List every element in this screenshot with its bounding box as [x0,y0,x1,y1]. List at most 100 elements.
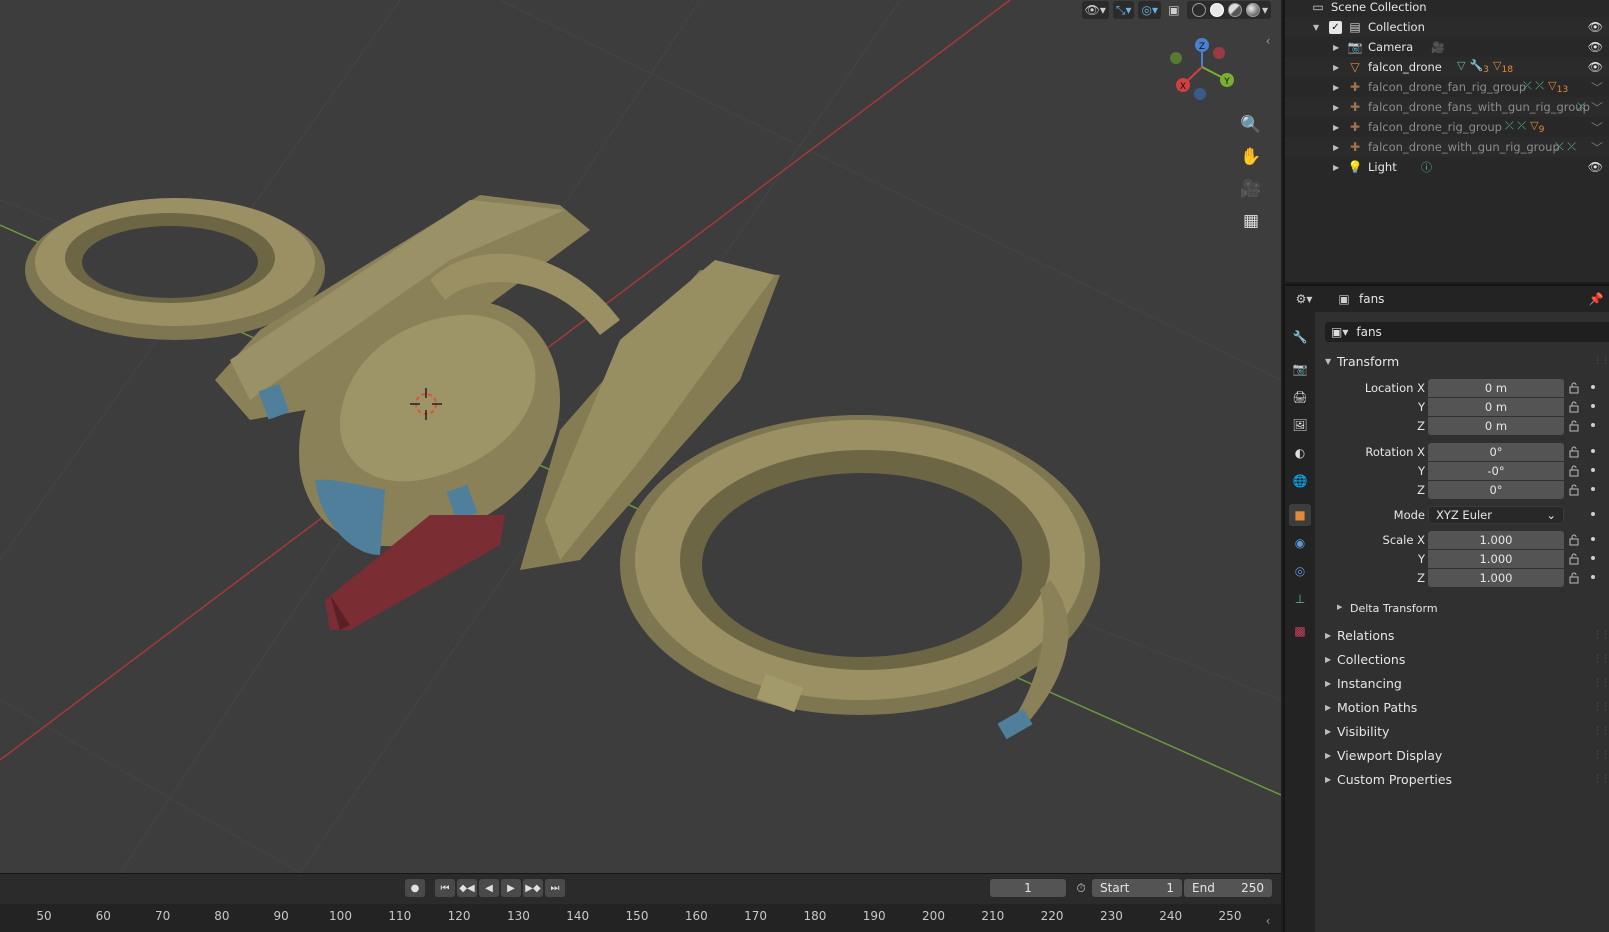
view-layer-tab-icon[interactable]: 🖼 [1289,414,1311,436]
keyframe-dot[interactable] [1591,449,1595,453]
lock-icon[interactable] [1569,420,1579,432]
keyframe-dot[interactable] [1591,512,1595,516]
expand-icon[interactable]: ▶ [1333,163,1339,172]
panel-grip-icon[interactable]: ⋮⋮ [1593,702,1609,712]
material-shading-icon[interactable] [1227,3,1242,17]
rendered-shading-icon[interactable] [1245,3,1260,17]
keyframe-dot[interactable] [1591,575,1595,579]
scale-y-field[interactable]: 1.000 [1428,550,1564,568]
record-button[interactable]: ● [405,879,425,897]
lock-icon[interactable] [1569,382,1579,394]
panel-visibility-header[interactable]: ▶ Visibility ⋮⋮ [1315,720,1609,742]
modifier-tab-icon[interactable]: ◉ [1289,532,1311,554]
overlay-icon[interactable]: ◎▾ [1138,1,1161,19]
outliner-row-camera[interactable]: ▶ 📷 Camera 🎥 👁 [1285,37,1609,57]
outliner-row-rig-group[interactable]: ▶ ✚ falcon_drone_rig_group ⤫ ⤫ ▽9 ﹀ [1285,117,1609,137]
expand-icon[interactable]: ▶ [1333,103,1339,112]
object-tab-icon[interactable]: ■ [1289,504,1311,526]
physics-tab-icon[interactable]: ◎ [1289,560,1311,582]
expand-icon[interactable]: ▶ [1333,63,1339,72]
outliner-root-row[interactable]: ▭ Scene Collection [1285,0,1609,17]
prev-keyframe-button[interactable]: ◆◀ [457,879,477,897]
world-tab-icon[interactable]: 🌐 [1289,470,1311,492]
expand-collection-icon[interactable]: ▼ [1313,23,1319,32]
zoom-icon[interactable]: 🔍 [1237,112,1265,138]
start-frame-field[interactable]: Start 1 [1092,879,1182,897]
play-button[interactable]: ▶ [501,879,521,897]
camera-view-icon[interactable]: 🎥 [1237,176,1265,202]
ortho-grid-icon[interactable]: ▦ [1237,208,1265,234]
constraints-tab-icon[interactable]: ⊥ [1289,588,1311,610]
gizmo-neg-x[interactable] [1213,47,1225,59]
lock-icon[interactable] [1569,465,1579,477]
scene-tab-icon[interactable]: ◐ [1289,442,1311,464]
end-frame-field[interactable]: End 250 [1184,879,1272,897]
expand-icon[interactable]: ▶ [1333,83,1339,92]
render-tab-icon[interactable]: 📷 [1289,358,1311,380]
modifier-icons[interactable]: ▽ 🔧3 ▽18 [1457,59,1513,75]
pin-icon[interactable]: 📌 [1587,290,1605,308]
current-frame-field[interactable]: 1 [990,879,1066,897]
lock-icon[interactable] [1569,534,1579,546]
panel-grip-icon[interactable]: ⋮⋮ [1593,774,1609,784]
keyframe-dot[interactable] [1591,404,1595,408]
play-reverse-button[interactable]: ◀ [479,879,499,897]
gizmo-neg-y[interactable] [1170,52,1182,64]
expand-icon[interactable]: ▶ [1333,43,1339,52]
drone-model[interactable] [25,195,1100,740]
outliner-row-collection[interactable]: ▼ ✓ ▤ Collection 👁 [1285,17,1609,37]
sidebar-toggle-icon[interactable]: ‹ [1259,32,1277,50]
wireframe-shading-icon[interactable] [1191,3,1206,17]
collection-checkbox[interactable]: ✓ [1329,20,1342,34]
rig-data-icons[interactable]: ⤫ ⤫ ▽9 [1505,119,1544,135]
rotation-mode-select[interactable]: XYZ Euler ⌄ [1428,506,1564,524]
keyframe-dot[interactable] [1591,556,1595,560]
editor-type-icon[interactable]: ⚙▾ [1295,290,1313,308]
location-y-field[interactable]: 0 m [1428,398,1564,416]
panel-grip-icon[interactable]: ⋮⋮ [1593,654,1609,664]
navigation-gizmo[interactable]: Z Y X [1170,38,1234,100]
next-keyframe-button[interactable]: ▶◆ [523,879,543,897]
keyframe-dot[interactable] [1591,423,1595,427]
panel-viewport-display-header[interactable]: ▶ Viewport Display ⋮⋮ [1315,744,1609,766]
visibility-icon[interactable]: 👁▾ [1081,1,1109,19]
timeline-sidebar-toggle-icon[interactable]: ‹ [1259,912,1277,930]
expand-icon[interactable]: ▶ [1333,123,1339,132]
hidden-eye-icon[interactable]: ﹀ [1591,139,1603,156]
hidden-eye-icon[interactable]: ﹀ [1591,99,1603,116]
scale-x-field[interactable]: 1.000 [1428,531,1564,549]
panel-grip-icon[interactable]: ⋮⋮ [1593,356,1609,366]
lock-icon[interactable] [1569,553,1579,565]
tool-tab-icon[interactable]: 🔧 [1289,326,1311,348]
eye-icon[interactable]: 👁 [1588,20,1603,34]
hidden-eye-icon[interactable]: ﹀ [1591,119,1603,136]
transform-panel-header[interactable]: ▼ Transform ⋮⋮ [1315,350,1609,372]
panel-custom-properties-header[interactable]: ▶ Custom Properties ⋮⋮ [1315,768,1609,790]
pan-hand-icon[interactable]: ✋ [1237,144,1265,170]
rotation-x-field[interactable]: 0° [1428,443,1564,461]
rig-data-icons[interactable]: ⤫ ⤫ ▽13 [1523,79,1568,95]
keyframe-dot[interactable] [1591,385,1595,389]
lock-icon[interactable] [1569,484,1579,496]
outliner-row-fan-rig[interactable]: ▶ ✚ falcon_drone_fan_rig_group ⤫ ⤫ ▽13 ﹀ [1285,77,1609,97]
panel-grip-icon[interactable]: ⋮⋮ [1593,678,1609,688]
panel-instancing-header[interactable]: ▶ Instancing ⋮⋮ [1315,672,1609,694]
jump-start-button[interactable]: ⏮ [435,879,455,897]
keyframe-dot[interactable] [1591,537,1595,541]
keyframe-dot[interactable] [1591,468,1595,472]
scene-canvas[interactable]: Z Y X [0,0,1281,873]
outliner-row-falcon-drone[interactable]: ▶ ▽ falcon_drone ▽ 🔧3 ▽18 👁 [1285,57,1609,77]
object-name-field[interactable]: ▣▾ fans [1325,322,1609,342]
eye-icon[interactable]: 👁 [1588,40,1603,54]
rig-data-icons[interactable]: ⤫ ⤫ [1555,140,1576,154]
panel-relations-header[interactable]: ▶ Relations ⋮⋮ [1315,624,1609,646]
gizmo-icon[interactable]: ⤡▾ [1112,1,1135,19]
panel-collections-header[interactable]: ▶ Collections ⋮⋮ [1315,648,1609,670]
light-data-icon[interactable]: ⓘ [1421,159,1432,175]
camera-data-icon[interactable]: 🎥 [1431,41,1445,54]
stopwatch-icon[interactable]: ⏱ [1072,879,1090,897]
panel-motion-paths-header[interactable]: ▶ Motion Paths ⋮⋮ [1315,696,1609,718]
rotation-y-field[interactable]: -0° [1428,462,1564,480]
timeline-ruler[interactable]: 50 60 70 80 90 100 110 120 130 140 150 160 170 180 190… [0,904,1281,932]
scale-z-field[interactable]: 1.000 [1428,569,1564,587]
